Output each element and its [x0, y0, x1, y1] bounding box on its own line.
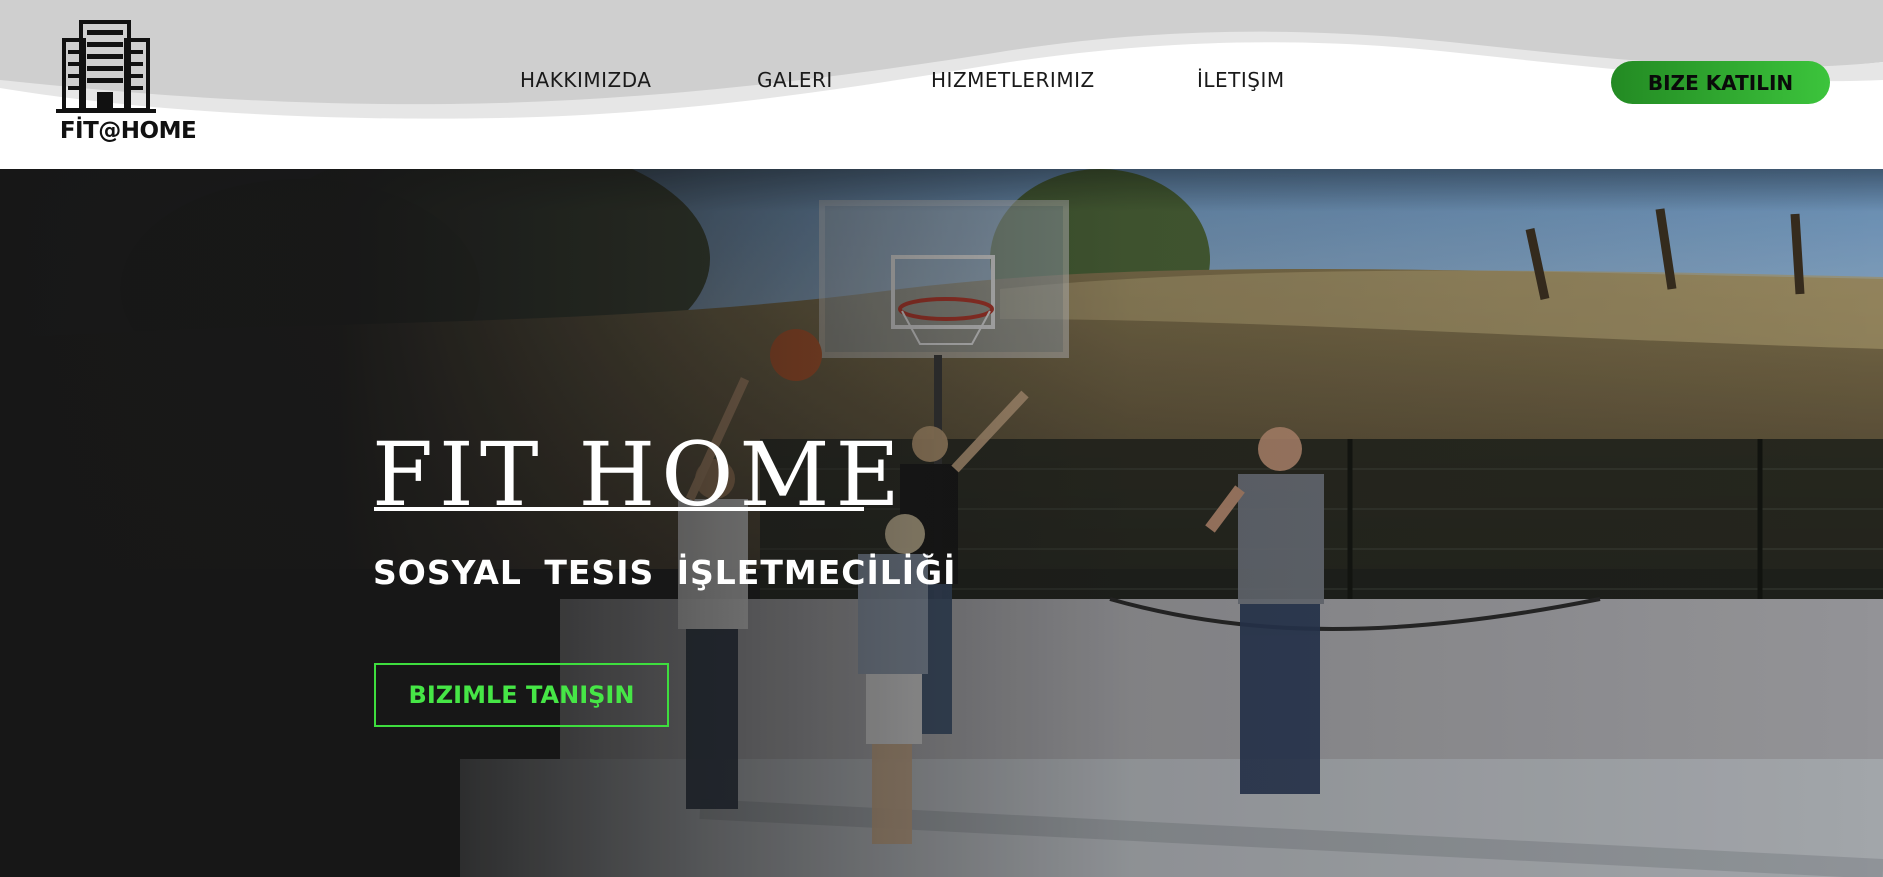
building-icon [56, 20, 156, 113]
nav-item-about[interactable]: HAKKIMIZDA [520, 68, 651, 92]
hero-background-image [0, 169, 1883, 877]
nav-item-services[interactable]: HIZMETLERIMIZ [931, 68, 1095, 92]
nav-item-gallery[interactable]: GALERI [757, 68, 833, 92]
nav-item-contact[interactable]: İLETIŞIM [1197, 68, 1285, 92]
hero-subtitle: SOSYAL TESIS İŞLETMECİLİĞİ [373, 553, 957, 592]
hero-title: FIT HOME [372, 423, 906, 526]
hero-section: FIT HOME SOSYAL TESIS İŞLETMECİLİĞİ BIZI… [0, 169, 1883, 877]
hero-title-underline [374, 507, 864, 511]
site-header: FİT@HOME HAKKIMIZDA GALERI HIZMETLERIMIZ… [0, 0, 1883, 169]
join-button[interactable]: BIZE KATILIN [1611, 61, 1830, 104]
site-logo[interactable]: FİT@HOME [46, 18, 206, 148]
meet-us-button[interactable]: BIZIMLE TANIŞIN [374, 663, 669, 727]
logo-text: FİT@HOME [59, 118, 197, 144]
